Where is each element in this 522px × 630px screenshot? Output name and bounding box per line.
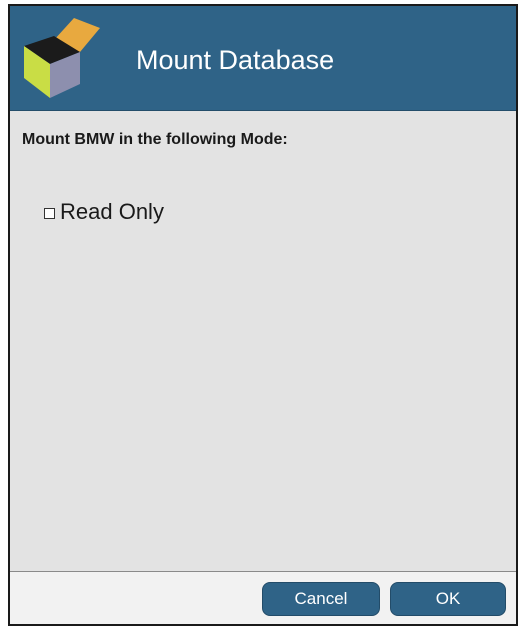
read-only-label[interactable]: Read Only [60, 199, 164, 225]
cube-icon [24, 18, 100, 98]
read-only-checkbox[interactable] [44, 207, 55, 219]
cancel-button[interactable]: Cancel [262, 582, 380, 616]
read-only-option[interactable]: Read Only [44, 199, 164, 225]
dialog-footer: Cancel OK [10, 571, 516, 624]
mount-database-dialog: Mount Database Mount BMW in the followin… [8, 4, 518, 626]
dialog-title: Mount Database [136, 45, 335, 75]
dialog-header: Mount Database [10, 6, 516, 111]
ok-button[interactable]: OK [390, 582, 506, 616]
mount-mode-prompt: Mount BMW in the following Mode: [22, 131, 288, 148]
